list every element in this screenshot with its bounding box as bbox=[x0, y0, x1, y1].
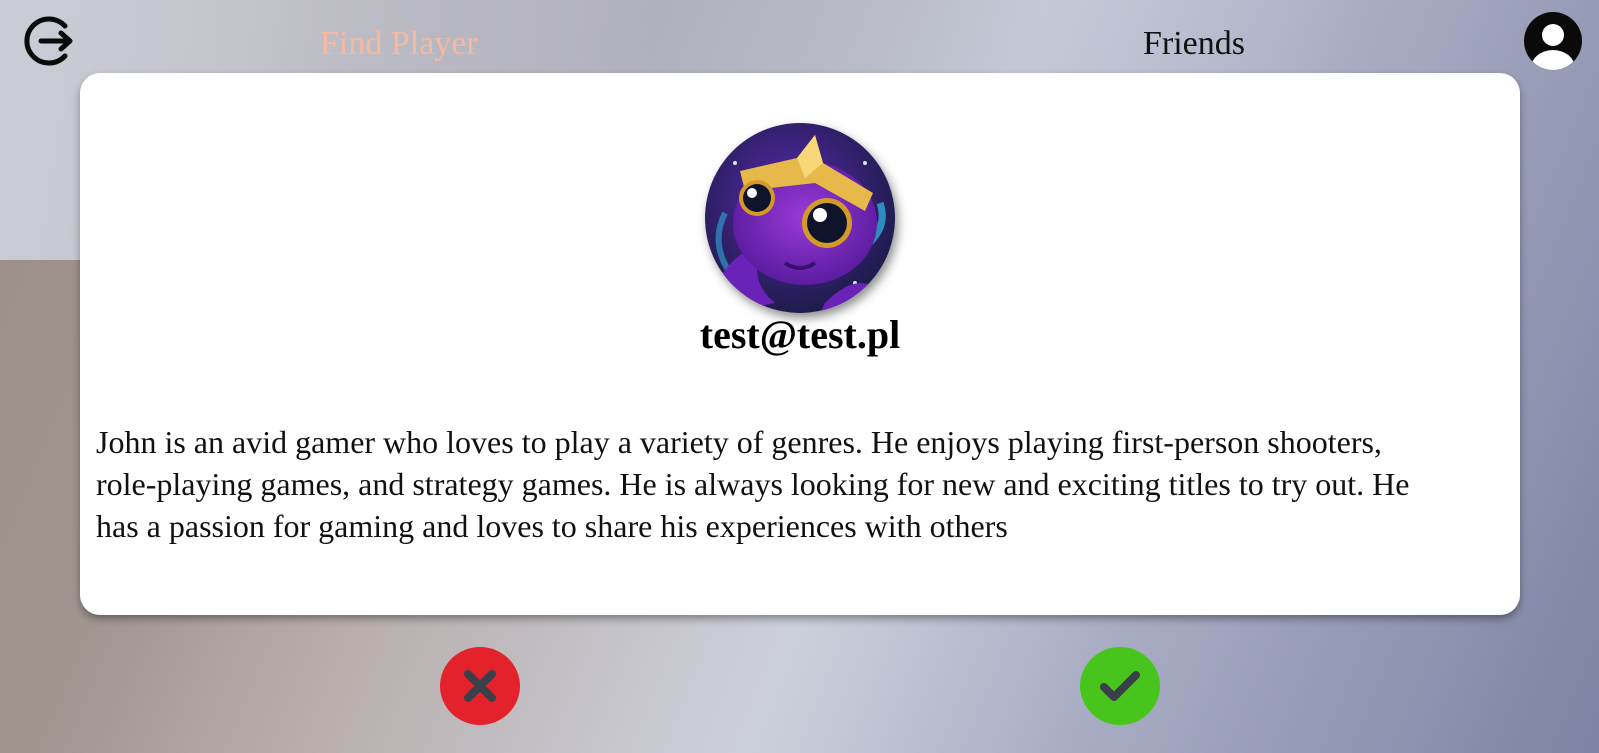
reject-button[interactable] bbox=[440, 647, 520, 725]
player-bio: John is an avid gamer who loves to play … bbox=[96, 424, 1410, 544]
player-username: test@test.pl bbox=[699, 312, 901, 357]
logout-icon bbox=[24, 16, 73, 66]
logout-button[interactable] bbox=[19, 12, 77, 70]
nav-find-player[interactable]: Find Player bbox=[320, 24, 478, 64]
profile-button[interactable] bbox=[1522, 10, 1584, 72]
checkmark-icon bbox=[1100, 671, 1140, 701]
close-icon bbox=[464, 670, 496, 702]
player-avatar bbox=[705, 123, 895, 313]
accept-button[interactable] bbox=[1080, 647, 1160, 725]
nav-friends[interactable]: Friends bbox=[1143, 24, 1245, 64]
player-card: test@test.pl John is an avid gamer who l… bbox=[80, 73, 1520, 615]
octopus-avatar-image bbox=[705, 123, 895, 313]
top-nav: Find Player Friends bbox=[0, 0, 1599, 74]
user-profile-icon bbox=[1524, 12, 1582, 70]
